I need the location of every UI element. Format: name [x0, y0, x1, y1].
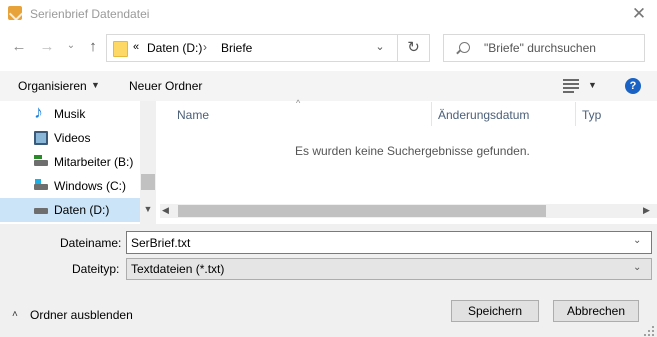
- scroll-down-arrow-icon[interactable]: ▼: [140, 204, 156, 218]
- filename-field[interactable]: [126, 231, 652, 254]
- navigation-pane: Musik Videos Mitarbeiter (B:) Windows (C…: [0, 101, 156, 224]
- network-drive-icon: [34, 155, 48, 169]
- sidebar-item-daten[interactable]: Daten (D:): [0, 198, 140, 222]
- organize-button[interactable]: Organisieren: [18, 79, 87, 93]
- filename-label: Dateiname:: [60, 236, 122, 250]
- refresh-button[interactable]: ↻: [398, 34, 430, 62]
- breadcrumb-segment-folder[interactable]: Briefe: [221, 41, 252, 55]
- sidebar-item-label: Daten (D:): [54, 203, 110, 217]
- app-icon: [8, 6, 22, 20]
- music-icon: [34, 102, 48, 123]
- filename-dropdown-icon[interactable]: ⌄: [633, 235, 641, 246]
- column-header-type[interactable]: Typ: [582, 108, 601, 122]
- resize-grip-icon[interactable]: [644, 326, 654, 336]
- sidebar-item-label: Musik: [54, 107, 86, 121]
- column-header-date[interactable]: Änderungsdatum: [438, 108, 529, 122]
- scroll-right-arrow-icon[interactable]: ▶: [643, 205, 650, 216]
- sidebar-item-label: Videos: [54, 131, 91, 145]
- up-button[interactable]: ↑: [84, 38, 102, 58]
- hide-folders-button[interactable]: Ordner ausblenden: [30, 308, 133, 322]
- sidebar-item-videos[interactable]: Videos: [0, 126, 140, 150]
- filetype-dropdown-icon[interactable]: ⌄: [633, 262, 641, 273]
- new-folder-button[interactable]: Neuer Ordner: [129, 79, 202, 93]
- address-dropdown-button[interactable]: ⌄: [373, 40, 387, 56]
- sort-indicator-icon: ^: [296, 98, 301, 108]
- recent-locations-button[interactable]: ⌄: [66, 40, 76, 56]
- sidebar-item-mitarbeiter[interactable]: Mitarbeiter (B:): [0, 150, 140, 174]
- column-divider[interactable]: [431, 102, 432, 126]
- window-title: Serienbrief Datendatei: [30, 7, 150, 21]
- navigation-scroll-thumb[interactable]: [141, 174, 155, 190]
- chevron-up-icon[interactable]: ˄: [12, 309, 18, 320]
- search-input[interactable]: "Briefe" durchsuchen: [443, 34, 645, 62]
- organize-caret-icon[interactable]: ▼: [91, 80, 100, 90]
- sidebar-item-musik[interactable]: Musik: [0, 102, 140, 126]
- view-options-icon[interactable]: [563, 79, 579, 93]
- column-divider[interactable]: [575, 102, 576, 126]
- help-icon[interactable]: ?: [625, 78, 641, 94]
- search-icon: [459, 42, 470, 53]
- address-bar[interactable]: « Daten (D:) › Briefe ⌄: [106, 34, 398, 62]
- video-icon: [34, 131, 48, 145]
- folder-icon: [113, 41, 128, 57]
- cancel-button[interactable]: Abbrechen: [553, 300, 639, 322]
- breadcrumb-segment-drive[interactable]: Daten (D:): [147, 41, 202, 55]
- address-more-button[interactable]: «: [133, 41, 139, 53]
- close-button[interactable]: ✕: [626, 3, 652, 25]
- sidebar-item-label: Mitarbeiter (B:): [54, 155, 134, 169]
- save-button[interactable]: Speichern: [451, 300, 539, 322]
- filetype-select[interactable]: Textdateien (*.txt): [126, 258, 652, 280]
- sidebar-item-windows[interactable]: Windows (C:): [0, 174, 140, 198]
- command-toolbar: Organisieren ▼ Neuer Ordner ▼ ?: [0, 71, 657, 101]
- column-header-name[interactable]: Name: [177, 108, 209, 122]
- windows-drive-icon: [34, 179, 48, 193]
- empty-message: Es wurden keine Suchergebnisse gefunden.: [295, 144, 530, 158]
- forward-button[interactable]: →: [38, 38, 56, 58]
- sidebar-item-label: Windows (C:): [54, 179, 127, 193]
- search-placeholder: "Briefe" durchsuchen: [484, 41, 596, 55]
- horizontal-scroll-thumb[interactable]: [178, 205, 546, 217]
- scroll-left-arrow-icon[interactable]: ◀: [162, 205, 169, 216]
- filetype-label: Dateityp:: [72, 262, 120, 276]
- drive-icon: [34, 203, 48, 217]
- breadcrumb-separator-icon[interactable]: ›: [203, 40, 207, 54]
- back-button[interactable]: ←: [10, 38, 28, 58]
- title-bar: Serienbrief Datendatei ✕: [0, 0, 657, 30]
- view-caret-icon[interactable]: ▼: [588, 80, 597, 90]
